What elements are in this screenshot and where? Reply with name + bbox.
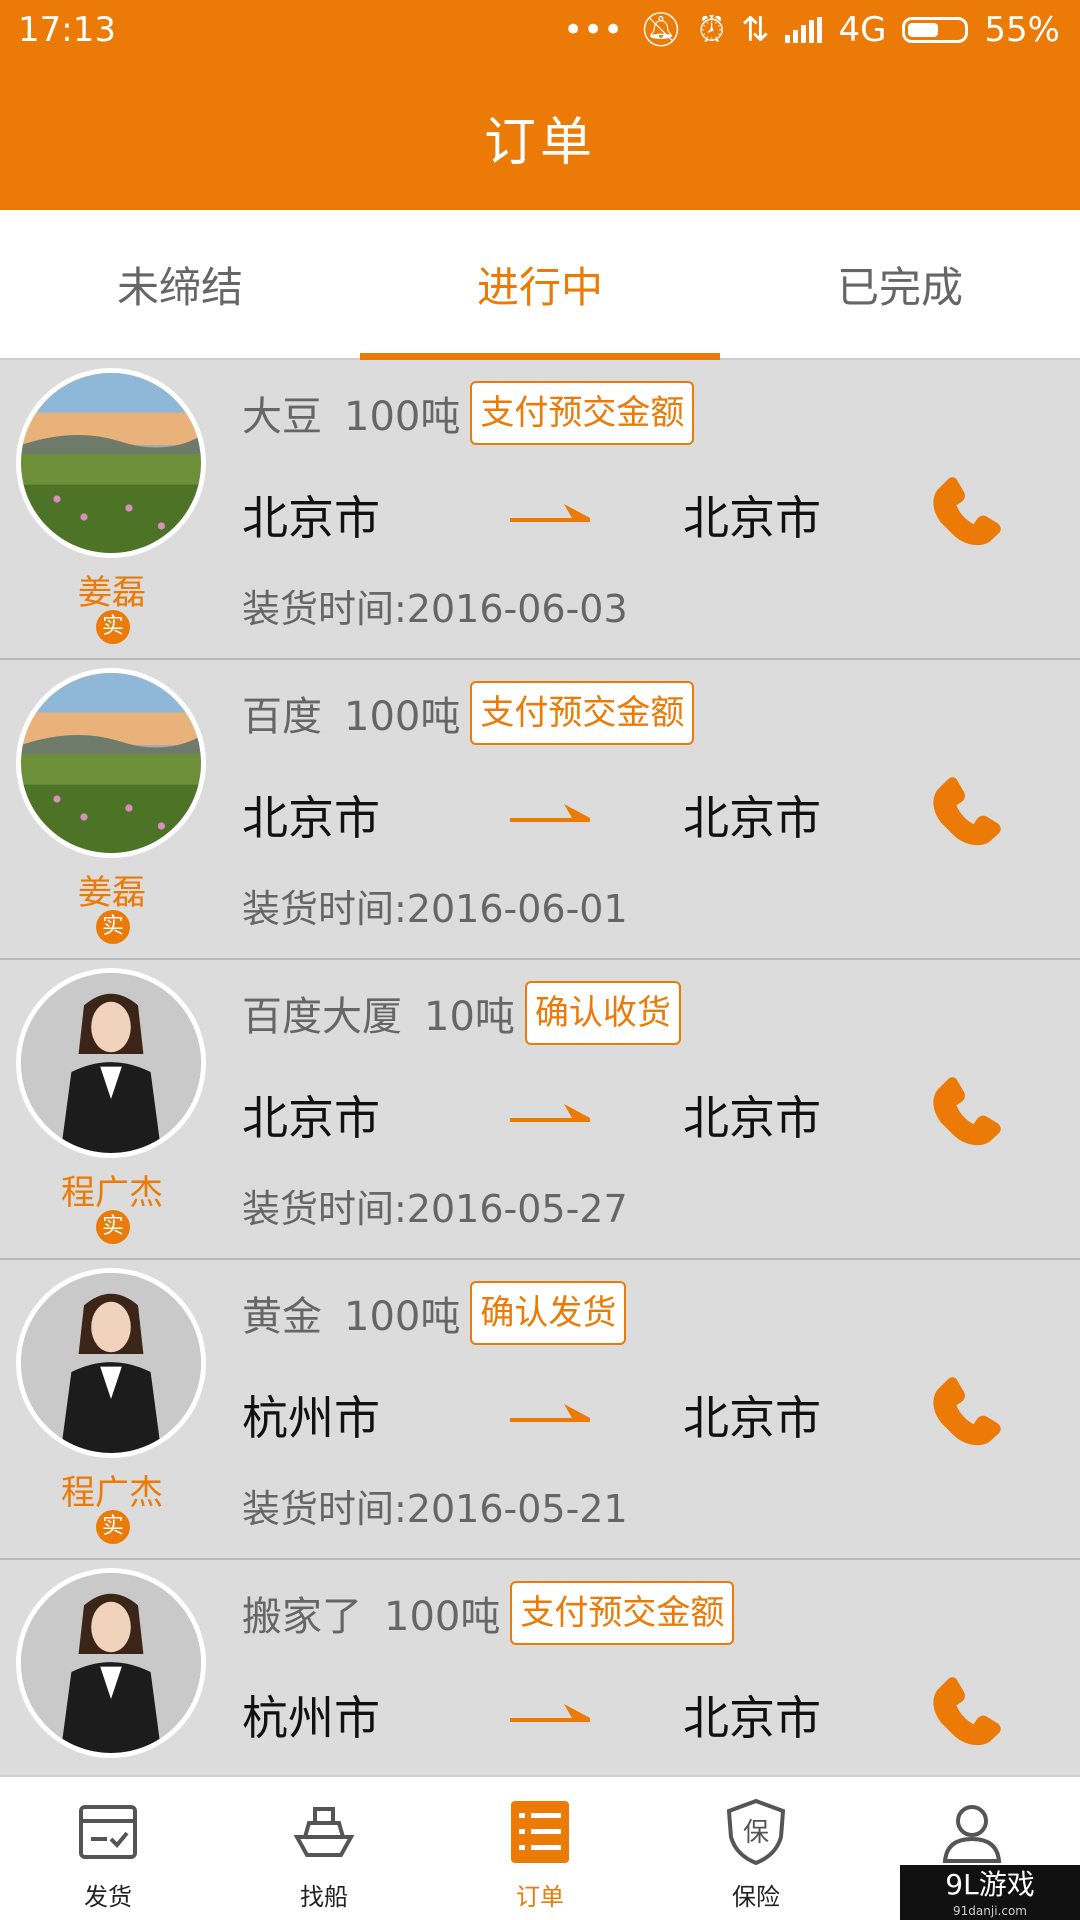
destination-city: 北京市 [683, 1091, 821, 1145]
avatar [16, 368, 206, 558]
avatar [16, 968, 206, 1158]
page-title: 订单 [483, 113, 596, 173]
origin-city: 北京市 [242, 1091, 380, 1145]
battery-percent: 55% [984, 10, 1060, 50]
route-arrow-icon [510, 496, 590, 526]
status-time: 17:13 [18, 10, 116, 50]
ship-icon [289, 1797, 359, 1867]
route-arrow-icon [510, 1096, 590, 1126]
network-type: 4G [838, 10, 887, 50]
order-row[interactable]: 姜磊 实 大豆 100吨 支付预交金额 北京市 北京市 装货时间:2016-06… [0, 360, 1080, 660]
cargo-weight: 100吨 [344, 694, 461, 740]
destination-city: 北京市 [683, 791, 821, 845]
cargo-name: 大豆 [242, 394, 322, 440]
destination-city: 北京市 [683, 491, 821, 545]
order-list-icon [505, 1797, 575, 1867]
mute-icon: 🔕︎ [639, 10, 683, 50]
origin-city: 北京市 [242, 491, 380, 545]
order-row[interactable]: 程广杰 实 百度大厦 10吨 确认收货 北京市 北京市 装货时间:2016-05… [0, 960, 1080, 1260]
order-row[interactable]: 姜磊 实 百度 100吨 支付预交金额 北京市 北京市 装货时间:2016-06… [0, 660, 1080, 960]
order-action-button[interactable]: 支付预交金额 [510, 1581, 735, 1645]
order-action-button[interactable]: 确认收货 [524, 981, 681, 1045]
destination-city: 北京市 [683, 1691, 821, 1745]
verified-badge: 实 [96, 910, 130, 944]
nav-item-3[interactable]: 订单 [432, 1777, 648, 1920]
order-list[interactable]: 姜磊 实 大豆 100吨 支付预交金额 北京市 北京市 装货时间:2016-06… [0, 360, 1080, 1775]
route-arrow-icon [510, 1696, 590, 1726]
avatar [16, 668, 206, 858]
user-icon [937, 1797, 1007, 1867]
avatar [16, 1268, 206, 1458]
order-action-button[interactable]: 支付预交金额 [470, 681, 695, 745]
verified-badge: 实 [96, 1510, 130, 1544]
cargo-weight: 100吨 [384, 1594, 501, 1640]
user-name: 程广杰 [61, 1173, 163, 1213]
route-arrow-icon [510, 1396, 590, 1426]
insurance-shield-icon: 保 [721, 1797, 791, 1867]
data-transfer-icon: ⇅ [740, 10, 770, 50]
load-time: 装货时间:2016-05-21 [242, 1487, 628, 1531]
nav-item-1[interactable]: 发货 [0, 1777, 216, 1920]
destination-city: 北京市 [683, 1391, 821, 1445]
watermark-logo: 9L游戏 91danji.com [900, 1865, 1080, 1920]
order-summary: 百度 100吨 支付预交金额 [242, 680, 695, 746]
phone-icon[interactable] [922, 1364, 1008, 1450]
load-time: 装货时间:2016-05-27 [242, 1187, 628, 1231]
shipping-box-icon [73, 1797, 143, 1867]
avatar [16, 1568, 206, 1758]
origin-city: 杭州市 [242, 1391, 380, 1445]
cargo-weight: 100吨 [344, 394, 461, 440]
load-time: 装货时间:2016-06-03 [242, 587, 628, 631]
order-summary: 百度大厦 10吨 确认收货 [242, 980, 681, 1046]
tab-completed[interactable]: 已完成 [720, 210, 1080, 358]
battery-icon [902, 17, 969, 43]
order-summary: 黄金 100吨 确认发货 [242, 1280, 627, 1346]
more-dots-icon: ••• [563, 10, 624, 50]
watermark-text: 9L游戏 [945, 1868, 1035, 1901]
order-row[interactable]: 程广杰 实 黄金 100吨 确认发货 杭州市 北京市 装货时间:2016-05-… [0, 1260, 1080, 1560]
tab-pending[interactable]: 未缔结 [0, 210, 360, 358]
verified-badge: 实 [96, 610, 130, 644]
verified-badge: 实 [96, 1210, 130, 1244]
svg-text:保: 保 [743, 1818, 769, 1848]
app-header: 17:13 ••• 🔕︎ ⏰︎ ⇅ 4G 55% 订单 [0, 0, 1080, 210]
user-name: 程广杰 [0, 1765, 224, 1775]
tab-in-progress[interactable]: 进行中 [360, 210, 720, 360]
phone-icon[interactable] [922, 1664, 1008, 1750]
user-name: 姜磊 [78, 873, 146, 913]
cargo-name: 黄金 [242, 1294, 322, 1340]
phone-icon[interactable] [922, 764, 1008, 850]
alarm-icon: ⏰︎ [698, 10, 725, 50]
cargo-name: 搬家了 [242, 1594, 362, 1640]
order-tabs: 未缔结 进行中 已完成 [0, 210, 1080, 360]
order-action-button[interactable]: 确认发货 [470, 1281, 627, 1345]
cargo-weight: 10吨 [424, 994, 515, 1040]
nav-item-4[interactable]: 保 保险 [648, 1777, 864, 1920]
order-action-button[interactable]: 支付预交金额 [470, 381, 695, 445]
phone-icon[interactable] [922, 464, 1008, 550]
cargo-name: 百度大厦 [242, 994, 402, 1040]
cargo-weight: 100吨 [344, 1294, 461, 1340]
watermark-url: 91danji.com [953, 1904, 1027, 1918]
status-bar: 17:13 ••• 🔕︎ ⏰︎ ⇅ 4G 55% [0, 0, 1080, 60]
phone-icon[interactable] [922, 1064, 1008, 1150]
origin-city: 杭州市 [242, 1691, 380, 1745]
order-row[interactable]: 程广杰 实 搬家了 100吨 支付预交金额 杭州市 北京市 [0, 1560, 1080, 1775]
user-name: 姜磊 [78, 573, 146, 613]
cargo-name: 百度 [242, 694, 322, 740]
load-time: 装货时间:2016-06-01 [242, 887, 628, 931]
nav-item-2[interactable]: 找船 [216, 1777, 432, 1920]
nav-label: 找船 [300, 1883, 348, 1911]
nav-label: 发货 [84, 1883, 132, 1911]
nav-label: 保险 [732, 1883, 780, 1911]
order-summary: 搬家了 100吨 支付预交金额 [242, 1580, 735, 1646]
user-name: 程广杰 [61, 1473, 163, 1513]
origin-city: 北京市 [242, 791, 380, 845]
order-summary: 大豆 100吨 支付预交金额 [242, 380, 695, 446]
route-arrow-icon [510, 796, 590, 826]
status-icons: ••• 🔕︎ ⏰︎ ⇅ 4G 55% [563, 10, 1060, 50]
nav-label: 订单 [516, 1883, 564, 1911]
signal-icon [785, 17, 823, 43]
